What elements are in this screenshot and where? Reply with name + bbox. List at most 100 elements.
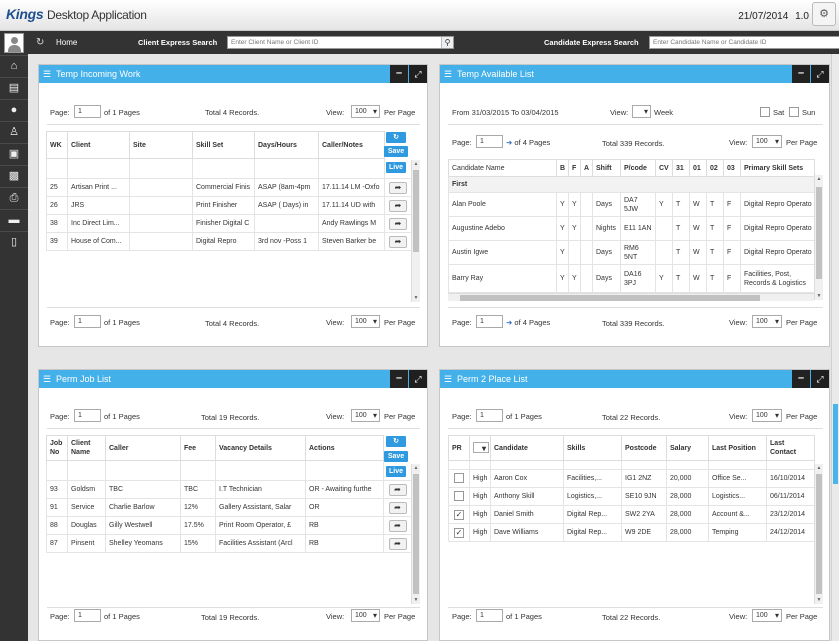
scroll-down-icon[interactable]: ▼ xyxy=(815,293,823,299)
candidate-link[interactable]: Augustine Adebo xyxy=(448,216,557,241)
candidate-link[interactable]: Austin Igwe xyxy=(448,240,557,265)
home-icon[interactable]: ⌂ xyxy=(0,55,28,77)
table-row[interactable]: 38 Inc Direct Lim... Finisher Digital C … xyxy=(46,214,412,233)
scroll-thumb[interactable] xyxy=(413,170,419,252)
col-client[interactable]: Client xyxy=(67,131,130,159)
col-shift[interactable]: Shift xyxy=(592,159,621,177)
priority-select[interactable] xyxy=(473,441,489,453)
table-row[interactable]: 26 JRS Print Finisher ASAP ( Days) in 17… xyxy=(46,196,412,215)
col-pr[interactable]: PR xyxy=(448,435,470,461)
save-button[interactable]: Save xyxy=(384,146,408,157)
scroll-thumb[interactable] xyxy=(816,187,822,279)
page-input[interactable]: 1 xyxy=(74,105,101,118)
refresh-button[interactable]: ↻ xyxy=(386,132,406,143)
col-client-name[interactable]: Client Name xyxy=(67,435,106,461)
col-salary[interactable]: Salary xyxy=(666,435,709,461)
col-day-01[interactable]: 01 xyxy=(689,159,707,177)
table-row[interactable]: High Aaron Cox Facilities,... IG1 2NZ 20… xyxy=(448,469,815,488)
col-skill-set[interactable]: Skill Set xyxy=(192,131,255,159)
scroll-down-icon[interactable]: ▼ xyxy=(412,295,420,301)
table-row[interactable]: 87 Pinsent Shelley Yeomans 15% Facilitie… xyxy=(46,534,412,553)
col-last-position[interactable]: Last Position xyxy=(708,435,767,461)
scroll-down-icon[interactable]: ▼ xyxy=(815,597,823,603)
table-row[interactable]: 25 Artisan Print ... Commercial Finis AS… xyxy=(46,178,412,197)
minimize-icon[interactable]: – xyxy=(792,370,810,388)
avatar[interactable] xyxy=(4,33,24,53)
page-input[interactable]: 1 xyxy=(74,409,101,422)
col-day-31[interactable]: 31 xyxy=(672,159,690,177)
client-link[interactable]: JRS xyxy=(67,196,130,215)
share-icon[interactable]: ➦ xyxy=(389,199,407,212)
save-button[interactable]: Save xyxy=(384,451,408,462)
expand-icon[interactable]: ⤢ xyxy=(409,65,427,83)
scroll-up-icon[interactable]: ▲ xyxy=(815,465,823,471)
live-button[interactable]: Live xyxy=(386,466,406,477)
book-icon[interactable]: ▩ xyxy=(0,165,28,187)
col-actions[interactable]: Actions xyxy=(305,435,384,461)
page-input[interactable]: 1 xyxy=(74,315,101,328)
week-select[interactable] xyxy=(632,105,651,118)
client-search-input[interactable] xyxy=(228,37,441,48)
col-wk[interactable]: WK xyxy=(46,131,68,159)
expand-icon[interactable]: ⤢ xyxy=(811,370,829,388)
scroll-thumb[interactable] xyxy=(460,295,760,301)
pr-checkbox[interactable] xyxy=(454,490,464,501)
col-f[interactable]: F xyxy=(568,159,581,177)
minimize-icon[interactable]: – xyxy=(792,65,810,83)
table-row[interactable]: ✓ High Daniel Smith Digital Rep... SW2 2… xyxy=(448,505,815,524)
col-job-no[interactable]: Job No xyxy=(46,435,68,461)
table-row[interactable]: High Anthony Skill Logistics,... SE10 9J… xyxy=(448,487,815,506)
user-icon[interactable]: ● xyxy=(0,99,28,121)
next-page-icon[interactable]: ➜ xyxy=(506,138,512,147)
col-day-03[interactable]: 03 xyxy=(723,159,741,177)
client-search-icon[interactable]: ⚲ xyxy=(441,37,453,48)
home-link[interactable]: Home xyxy=(56,38,77,47)
table-row[interactable]: 39 House of Com... Digital Repro 3rd nov… xyxy=(46,232,412,251)
col-priority-filter[interactable] xyxy=(469,435,491,461)
share-icon[interactable]: ➦ xyxy=(389,181,407,194)
col-site[interactable]: Site xyxy=(129,131,193,159)
table-row[interactable]: Augustine Adebo YY Nights E11 1AN TWTF D… xyxy=(448,216,815,241)
user-settings-icon[interactable]: ⚙ xyxy=(812,2,836,26)
share-icon[interactable]: ➦ xyxy=(388,483,407,496)
col-last-contact[interactable]: Last Contact xyxy=(766,435,815,461)
scroll-up-icon[interactable]: ▲ xyxy=(412,161,420,167)
view-select[interactable]: 100 xyxy=(351,315,380,328)
candidate-link[interactable]: Aaron Cox xyxy=(490,469,564,488)
table-row[interactable]: Alan Poole YY Days DA7 5JW Y TWTF Digita… xyxy=(448,192,815,217)
sat-checkbox[interactable] xyxy=(760,107,770,117)
client-link[interactable]: House of Com... xyxy=(67,232,130,251)
view-select[interactable]: 100 xyxy=(752,409,782,422)
candidate-link[interactable]: Anthony Skill xyxy=(490,487,564,506)
col-postcode[interactable]: P/code xyxy=(620,159,656,177)
pr-checkbox[interactable] xyxy=(454,472,464,483)
view-select[interactable]: 100 xyxy=(752,135,782,148)
table-row[interactable]: ✓ High Dave Williams Digital Rep... W9 2… xyxy=(448,523,815,542)
col-candidate[interactable]: Candidate xyxy=(490,435,564,461)
col-skills[interactable]: Skills xyxy=(563,435,622,461)
client-link[interactable]: Artisan Print ... xyxy=(67,178,130,197)
scroll-up-icon[interactable]: ▲ xyxy=(412,465,420,471)
printer-icon[interactable]: ⎙ xyxy=(0,187,28,209)
expand-icon[interactable]: ⤢ xyxy=(811,65,829,83)
candidate-search-input[interactable] xyxy=(650,37,839,48)
pr-checkbox[interactable]: ✓ xyxy=(454,509,464,520)
folder-open-icon[interactable]: ▯ xyxy=(0,231,28,253)
next-page-icon[interactable]: ➜ xyxy=(506,318,512,327)
table-row[interactable]: 91 Service Charlie Barlow 12% Gallery As… xyxy=(46,498,412,517)
table-row[interactable]: Barry Ray YY Days DA16 3PJ Y TWTF Facili… xyxy=(448,264,815,293)
candidate-link[interactable]: Dave Williams xyxy=(490,523,564,542)
vertical-scrollbar[interactable]: ▲ ▼ xyxy=(814,464,823,604)
page-input[interactable]: 1 xyxy=(476,409,503,422)
col-fee[interactable]: Fee xyxy=(180,435,216,461)
page-input[interactable]: 1 xyxy=(476,609,503,622)
page-scroll-thumb[interactable] xyxy=(833,404,838,484)
view-select[interactable]: 100 xyxy=(351,609,380,622)
candidate-link[interactable]: Alan Poole xyxy=(448,192,557,217)
page-input[interactable]: 1 xyxy=(74,609,101,622)
page-scrollbar[interactable] xyxy=(831,54,839,641)
view-select[interactable]: 100 xyxy=(752,609,782,622)
col-vacancy-details[interactable]: Vacancy Details xyxy=(215,435,306,461)
share-icon[interactable]: ➦ xyxy=(389,217,407,230)
folder-icon[interactable]: ▬ xyxy=(0,209,28,231)
